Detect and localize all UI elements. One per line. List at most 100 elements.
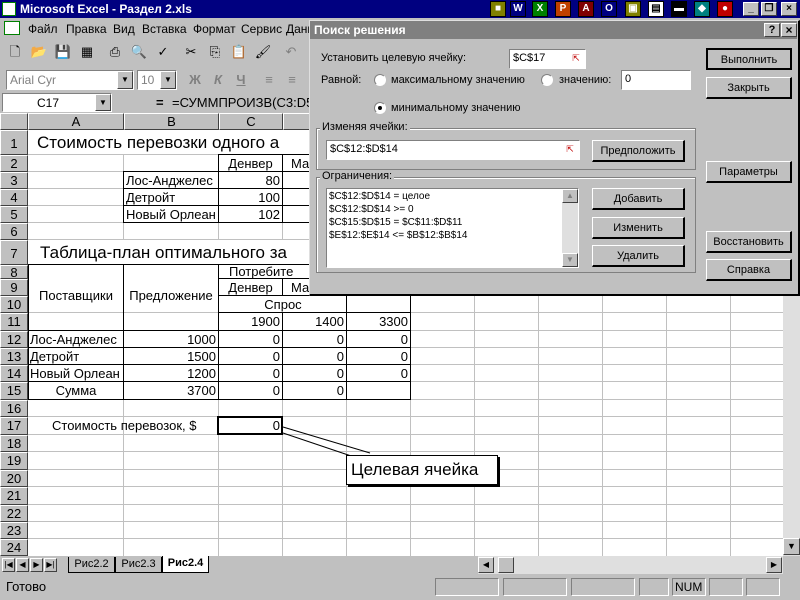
row-header-4[interactable]: 4 [0, 189, 28, 206]
cell-c5[interactable]: 102 [219, 206, 280, 223]
row-header-8[interactable]: 8 [0, 265, 28, 280]
dialog-close-icon[interactable]: × [781, 23, 797, 37]
paste-icon[interactable]: 📋 [228, 42, 250, 63]
change-constraint-button[interactable]: Изменить [592, 217, 685, 239]
cell-d14[interactable]: 0 [283, 365, 344, 382]
cell-b13[interactable]: 1500 [124, 348, 216, 365]
chevron-down-icon[interactable]: ▼ [95, 94, 111, 111]
menu-insert[interactable]: Вставка [142, 22, 187, 36]
minimize-icon[interactable]: _ [743, 2, 759, 16]
guess-button[interactable]: Предположить [592, 140, 685, 162]
row-header-13[interactable]: 13 [0, 348, 28, 365]
row-header-21[interactable]: 21 [0, 487, 28, 505]
row-header-3[interactable]: 3 [0, 172, 28, 189]
row-header-2[interactable]: 2 [0, 155, 28, 172]
cell-b15[interactable]: 3700 [124, 382, 216, 399]
menu-format[interactable]: Формат [193, 22, 236, 36]
radio-value[interactable] [541, 74, 553, 86]
folder-icon[interactable]: ▣ [625, 1, 641, 17]
row-header-15[interactable]: 15 [0, 382, 28, 400]
list-scrollbar[interactable]: ▲ ▼ [562, 189, 578, 267]
print-icon[interactable]: ⎙ [104, 42, 126, 63]
font-size-combo[interactable]: 10 ▼ [137, 70, 177, 90]
menu-view[interactable]: Вид [113, 22, 135, 36]
row-header-7[interactable]: 7 [0, 240, 28, 265]
save-as-icon[interactable]: ▦ [76, 42, 98, 63]
access-icon[interactable]: A [578, 1, 594, 17]
row-header-18[interactable]: 18 [0, 435, 28, 452]
next-sheet-icon[interactable]: ▶ [30, 558, 43, 572]
scroll-left-icon[interactable]: ◀ [478, 557, 494, 573]
row-header-24[interactable]: 24 [0, 539, 28, 556]
close-icon[interactable]: × [781, 2, 797, 16]
col-header-a[interactable]: A [28, 113, 124, 130]
screen-icon[interactable]: ▬ [671, 1, 687, 17]
document-icon[interactable]: ▤ [648, 1, 664, 17]
sheet-tab-active[interactable]: Рис2.4 [162, 556, 209, 573]
row-header-6[interactable]: 6 [0, 223, 28, 240]
powerpoint-icon[interactable]: P [555, 1, 571, 17]
constraint-item[interactable]: $C$12:$D$14 = целое [329, 191, 430, 202]
last-sheet-icon[interactable]: ▶| [44, 558, 57, 572]
cell-c15[interactable]: 0 [219, 382, 280, 399]
help-question-icon[interactable]: ? [764, 23, 780, 37]
constraint-item[interactable]: $C$15:$D$15 = $C$11:$D$11 [329, 217, 462, 228]
bold-button[interactable]: Ж [184, 70, 206, 91]
restore-icon[interactable]: ❐ [761, 2, 777, 16]
scroll-up-icon[interactable]: ▲ [562, 189, 578, 203]
row-header-19[interactable]: 19 [0, 452, 28, 470]
delete-constraint-button[interactable]: Удалить [592, 245, 685, 267]
cell-c13[interactable]: 0 [219, 348, 280, 365]
row-header-17[interactable]: 17 [0, 417, 28, 435]
radio-value-label[interactable]: значению: [559, 74, 611, 86]
outlook-icon[interactable]: O [601, 1, 617, 17]
cell-d12[interactable]: 0 [283, 331, 344, 348]
select-all-corner[interactable] [0, 113, 28, 130]
cut-icon[interactable]: ✂ [180, 42, 202, 63]
radio-max[interactable] [374, 74, 386, 86]
cell-b14[interactable]: 1200 [124, 365, 216, 382]
row-header-14[interactable]: 14 [0, 365, 28, 382]
chevron-down-icon[interactable]: ▼ [117, 71, 133, 89]
spelling-icon[interactable]: ✓ [152, 42, 174, 63]
row-header-5[interactable]: 5 [0, 206, 28, 223]
constraint-item[interactable]: $E$12:$E$14 <= $B$12:$B$14 [329, 230, 467, 241]
taskbar-app-icon[interactable]: ■ [490, 1, 506, 17]
collapse-dialog-icon[interactable]: ⇱ [568, 52, 584, 66]
scroll-thumb[interactable] [498, 557, 514, 573]
word-icon[interactable]: W [510, 1, 526, 17]
sheet-tab[interactable]: Рис2.3 [115, 557, 162, 573]
new-icon[interactable]: 🗋 [4, 42, 26, 63]
cell-a8-suppliers[interactable]: Поставщики [29, 287, 123, 304]
cell-a12[interactable]: Лос-Анджелес [30, 331, 117, 348]
cell-e14[interactable]: 0 [347, 365, 408, 382]
italic-button[interactable]: К [207, 70, 229, 91]
formula-equals[interactable]: = [156, 95, 164, 110]
cell-a13[interactable]: Детройт [30, 348, 79, 365]
value-input[interactable]: 0 [621, 70, 691, 90]
copy-icon[interactable]: ⎘ [204, 42, 226, 63]
add-constraint-button[interactable]: Добавить [592, 188, 685, 210]
options-button[interactable]: Параметры [706, 161, 792, 183]
cell-a17-label[interactable]: Стоимость перевозок, $ [52, 417, 196, 434]
cell-c10-demand[interactable]: Спрос [219, 296, 347, 313]
cell-d11[interactable]: 1400 [283, 313, 344, 330]
cell-b3[interactable]: Лос-Анджелес [126, 172, 213, 189]
underline-button[interactable]: Ч [230, 70, 252, 91]
cell-d15[interactable]: 0 [283, 382, 344, 399]
app-icon[interactable]: ● [717, 1, 733, 17]
row-header-12[interactable]: 12 [0, 331, 28, 348]
undo-icon[interactable]: ↶ [280, 42, 302, 63]
row-header-9[interactable]: 9 [0, 279, 28, 296]
close-button[interactable]: Закрыть [706, 77, 792, 99]
cell-a14[interactable]: Новый Орлеан [30, 365, 120, 382]
menu-tools[interactable]: Сервис [241, 22, 282, 36]
sheet-tab[interactable]: Рис2.2 [68, 557, 115, 573]
cell-b4[interactable]: Детройт [126, 189, 175, 206]
align-left-icon[interactable]: ≡ [258, 70, 280, 91]
collapse-dialog-icon[interactable]: ⇱ [562, 143, 578, 157]
cell-c11[interactable]: 1900 [219, 313, 280, 330]
font-name-combo[interactable]: Arial Cyr ▼ [6, 70, 134, 90]
row-header-11[interactable]: 11 [0, 313, 28, 331]
help-button[interactable]: Справка [706, 259, 792, 281]
